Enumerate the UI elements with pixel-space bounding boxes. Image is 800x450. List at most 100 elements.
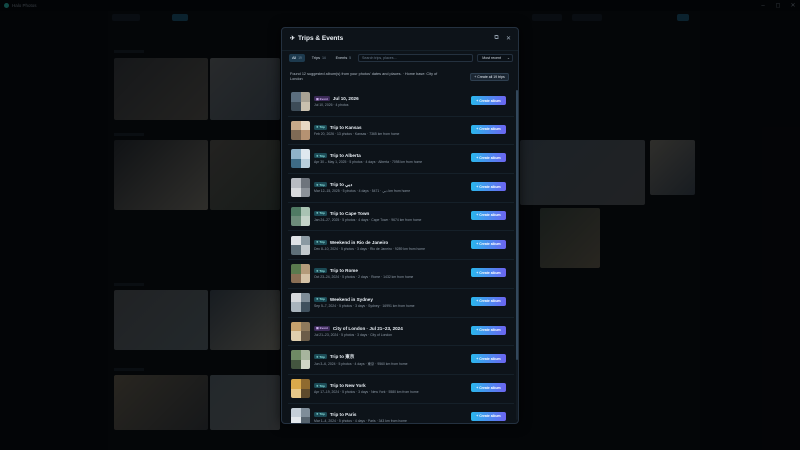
dialog-title: ✈ Trips & Events [290,35,344,42]
item-title: Jul 10, 2026 [332,96,359,101]
create-album-button[interactable]: + Create album [471,96,506,105]
trip-badge: ✈ Trip [314,182,327,188]
thumbnail-photo [291,264,301,274]
item-text: ✈ Trip Weekend in Sydney Sep 5–7, 2024 · 5… [314,296,464,308]
thumbnail-photo [300,92,310,102]
list-item[interactable]: ✈ Trip Weekend in Sydney Sep 5–7, 2024 · 5… [288,289,514,318]
create-album-button[interactable]: + Create album [471,124,506,134]
item-subtitle: Feb 20, 2026 · 13 photos · Kansas · 7365… [314,131,400,136]
tab-all[interactable]: All 19 [289,53,305,62]
create-album-button[interactable]: + Create album [471,383,506,392]
album-thumbnail [291,350,310,370]
create-album-button[interactable]: + Create album [471,325,506,335]
item-subtitle: Jun 3–6, 2024 · 5 photos · 4 days · 東京 ·… [314,362,408,367]
item-subtitle: Dec 8–10, 2024 · 5 photos · 3 days · Rio… [314,246,426,251]
thumbnail-photo [300,302,310,312]
create-album-button[interactable]: + Create album [471,153,506,163]
create-album-button[interactable]: + Create album [471,239,506,249]
thumbnail-photo [291,101,301,111]
sort-select[interactable]: Most recent ⌄ [477,53,513,62]
thumbnail-photo [291,359,301,370]
thumbnail-photo [291,206,301,217]
item-title-row: ✈ Trip Trip to New York [314,382,464,389]
item-text: ✈ Trip Trip to Kansas Feb 20, 2026 · 13 ph… [314,124,464,136]
search-field[interactable] [358,53,474,62]
item-text: ✈ Trip Trip to Cape Town Jan 24–27, 2025 ·… [314,210,464,222]
item-title: Trip to Kansas [329,124,362,130]
album-thumbnail [291,292,310,312]
list-item[interactable]: ✈ Trip Trip to دبي Mar 12–15, 2025 · 5 pho… [288,174,514,203]
item-text: ✈ Trip Trip to Paris Mar 1–4, 2024 · 5 pho… [314,411,464,423]
thumbnail-photo [300,235,310,245]
trip-badge: ✈ Trip [314,153,327,159]
thumbnail-photo [291,158,301,169]
thumbnail-photo [300,273,310,284]
trip-badge: ✈ Trip [314,268,327,274]
thumbnail-photo [291,178,301,188]
create-all-button[interactable]: + Create all 19 trips [470,73,509,81]
thumbnail-photo [300,292,310,303]
thumbnail-photo [291,273,301,284]
create-album-button[interactable]: + Create album [471,210,506,220]
album-thumbnail [291,206,310,226]
trip-badge: ✈ Trip [314,239,327,245]
list-item[interactable]: ✈ Trip Trip to Cape Town Jan 24–27, 2025 ·… [288,203,514,232]
thumbnail-photo [291,302,301,312]
thumbnail-photo [291,120,301,131]
trip-badge: ✈ Trip [314,210,327,216]
create-album-button[interactable]: + Create album [471,411,506,421]
list-item[interactable]: ✈ Trip Trip to New York Apr 17–19, 2024 · … [288,375,514,404]
thumbnail-photo [300,388,310,398]
tab-events[interactable]: Events 5 [333,54,354,62]
create-album-button[interactable]: + Create album [471,296,506,306]
close-icon[interactable]: ✕ [504,34,513,43]
expand-icon[interactable]: ⧉ [492,34,501,43]
list-item[interactable]: ▣ Event City of London · Jul 21–23, 2024 J… [288,318,514,347]
chevron-down-icon: ⌄ [506,55,510,60]
list-item[interactable]: ✈ Trip Trip to 東京 Jun 3–6, 2024 · 5 photos… [288,346,514,375]
thumbnail-photo [291,149,301,159]
item-title: Trip to Rome [329,268,358,274]
search-input[interactable] [362,55,473,60]
thumbnail-photo [291,130,301,140]
trips-events-dialog: ✈ Trips & Events ⧉ ✕ All 19 Trips 14 Eve… [281,27,519,424]
item-subtitle: Mar 1–4, 2024 · 5 photos · 4 days · Pari… [314,418,407,423]
item-title: City of London · Jul 21–23, 2024 [332,325,403,331]
album-thumbnail [291,407,310,423]
item-subtitle: Sep 5–7, 2024 · 5 photos · 3 days · Sydn… [314,303,415,308]
list-item[interactable]: ✈ Trip Trip to Paris Mar 1–4, 2024 · 5 pho… [288,404,514,423]
suggestion-list: ▣ Event Jul 10, 2026 Jul 10, 2026 · 4 phot… [288,88,516,423]
thumbnail-photo [291,388,301,398]
album-thumbnail [291,178,310,198]
create-album-button[interactable]: + Create album [471,182,506,192]
trip-badge: ✈ Trip [314,383,327,388]
list-item[interactable]: ✈ Trip Trip to Kansas Feb 20, 2026 · 13 ph… [288,117,514,146]
thumbnail-photo [300,206,310,217]
scrollbar[interactable] [516,90,518,420]
list-item[interactable]: ▣ Event Jul 10, 2026 Jul 10, 2026 · 4 phot… [288,88,514,117]
thumbnail-photo [300,178,310,188]
item-text: ✈ Trip Trip to New York Apr 17–19, 2024 · … [314,382,464,394]
thumbnail-photo [300,407,310,418]
thumbnail-photo [291,216,301,226]
item-subtitle: Jul 10, 2026 · 4 photos [314,103,349,107]
create-album-button[interactable]: + Create album [471,268,506,278]
tab-trips[interactable]: Trips 14 [309,54,329,62]
create-album-button[interactable]: + Create album [471,354,506,364]
thumbnail-photo [291,331,301,341]
item-subtitle: Mar 12–15, 2025 · 5 photos · 4 days · دب… [314,189,411,194]
album-thumbnail [291,235,310,255]
trip-badge: ✈ Trip [314,124,327,130]
list-item[interactable]: ✈ Trip Trip to Alberta Apr 30 – May 1, 202… [288,145,514,175]
thumbnail-photo [291,187,301,198]
list-item[interactable]: ✈ Trip Weekend in Rio de Janeiro Dec 8–10,… [288,232,514,261]
item-text: ✈ Trip Trip to دبي Mar 12–15, 2025 · 5 pho… [314,181,464,193]
app-window: Halo Photos – ◻ ✕ ✈ Trips & Events ⧉ ✕ A… [0,0,800,450]
list-item[interactable]: ✈ Trip Trip to Rome Oct 23–24, 2024 · 5 ph… [288,260,514,289]
thumbnail-photo [291,92,301,102]
item-title-row: ✈ Trip Trip to Cape Town [314,210,464,217]
scrollbar-thumb[interactable] [516,90,518,360]
item-title: Trip to New York [329,383,366,388]
thumbnail-photo [291,417,301,423]
thumbnail-photo [300,158,310,169]
